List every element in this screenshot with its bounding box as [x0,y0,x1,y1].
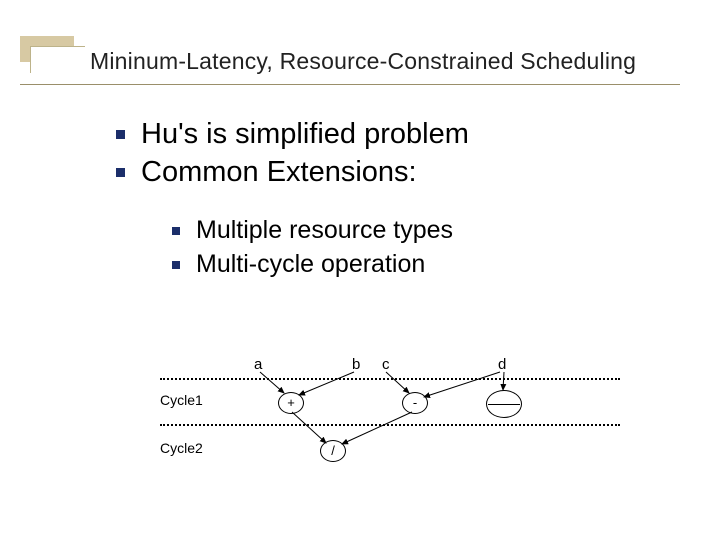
slide-title: Mininum-Latency, Resource-Constrained Sc… [90,48,636,75]
bullet-extensions: Common Extensions: [116,156,417,189]
subbullet-multicycle: Multi-cycle operation [172,250,425,279]
bullet-text: Common Extensions: [141,156,417,189]
subbullet-resource-types: Multiple resource types [172,216,453,245]
square-bullet-icon [172,261,180,269]
bullet-hu: Hu's is simplified problem [116,118,469,151]
slide: Mininum-Latency, Resource-Constrained Sc… [0,0,720,540]
square-bullet-icon [172,227,180,235]
arrows [160,350,640,520]
square-bullet-icon [116,130,125,139]
scheduling-diagram: Cycle1 Cycle2 a b c d + - / [160,350,640,520]
bullet-text: Multiple resource types [196,216,453,245]
title-underline [20,84,680,85]
bullet-text: Multi-cycle operation [196,250,425,279]
square-bullet-icon [116,168,125,177]
bullet-text: Hu's is simplified problem [141,118,469,151]
title-accent [20,36,74,62]
